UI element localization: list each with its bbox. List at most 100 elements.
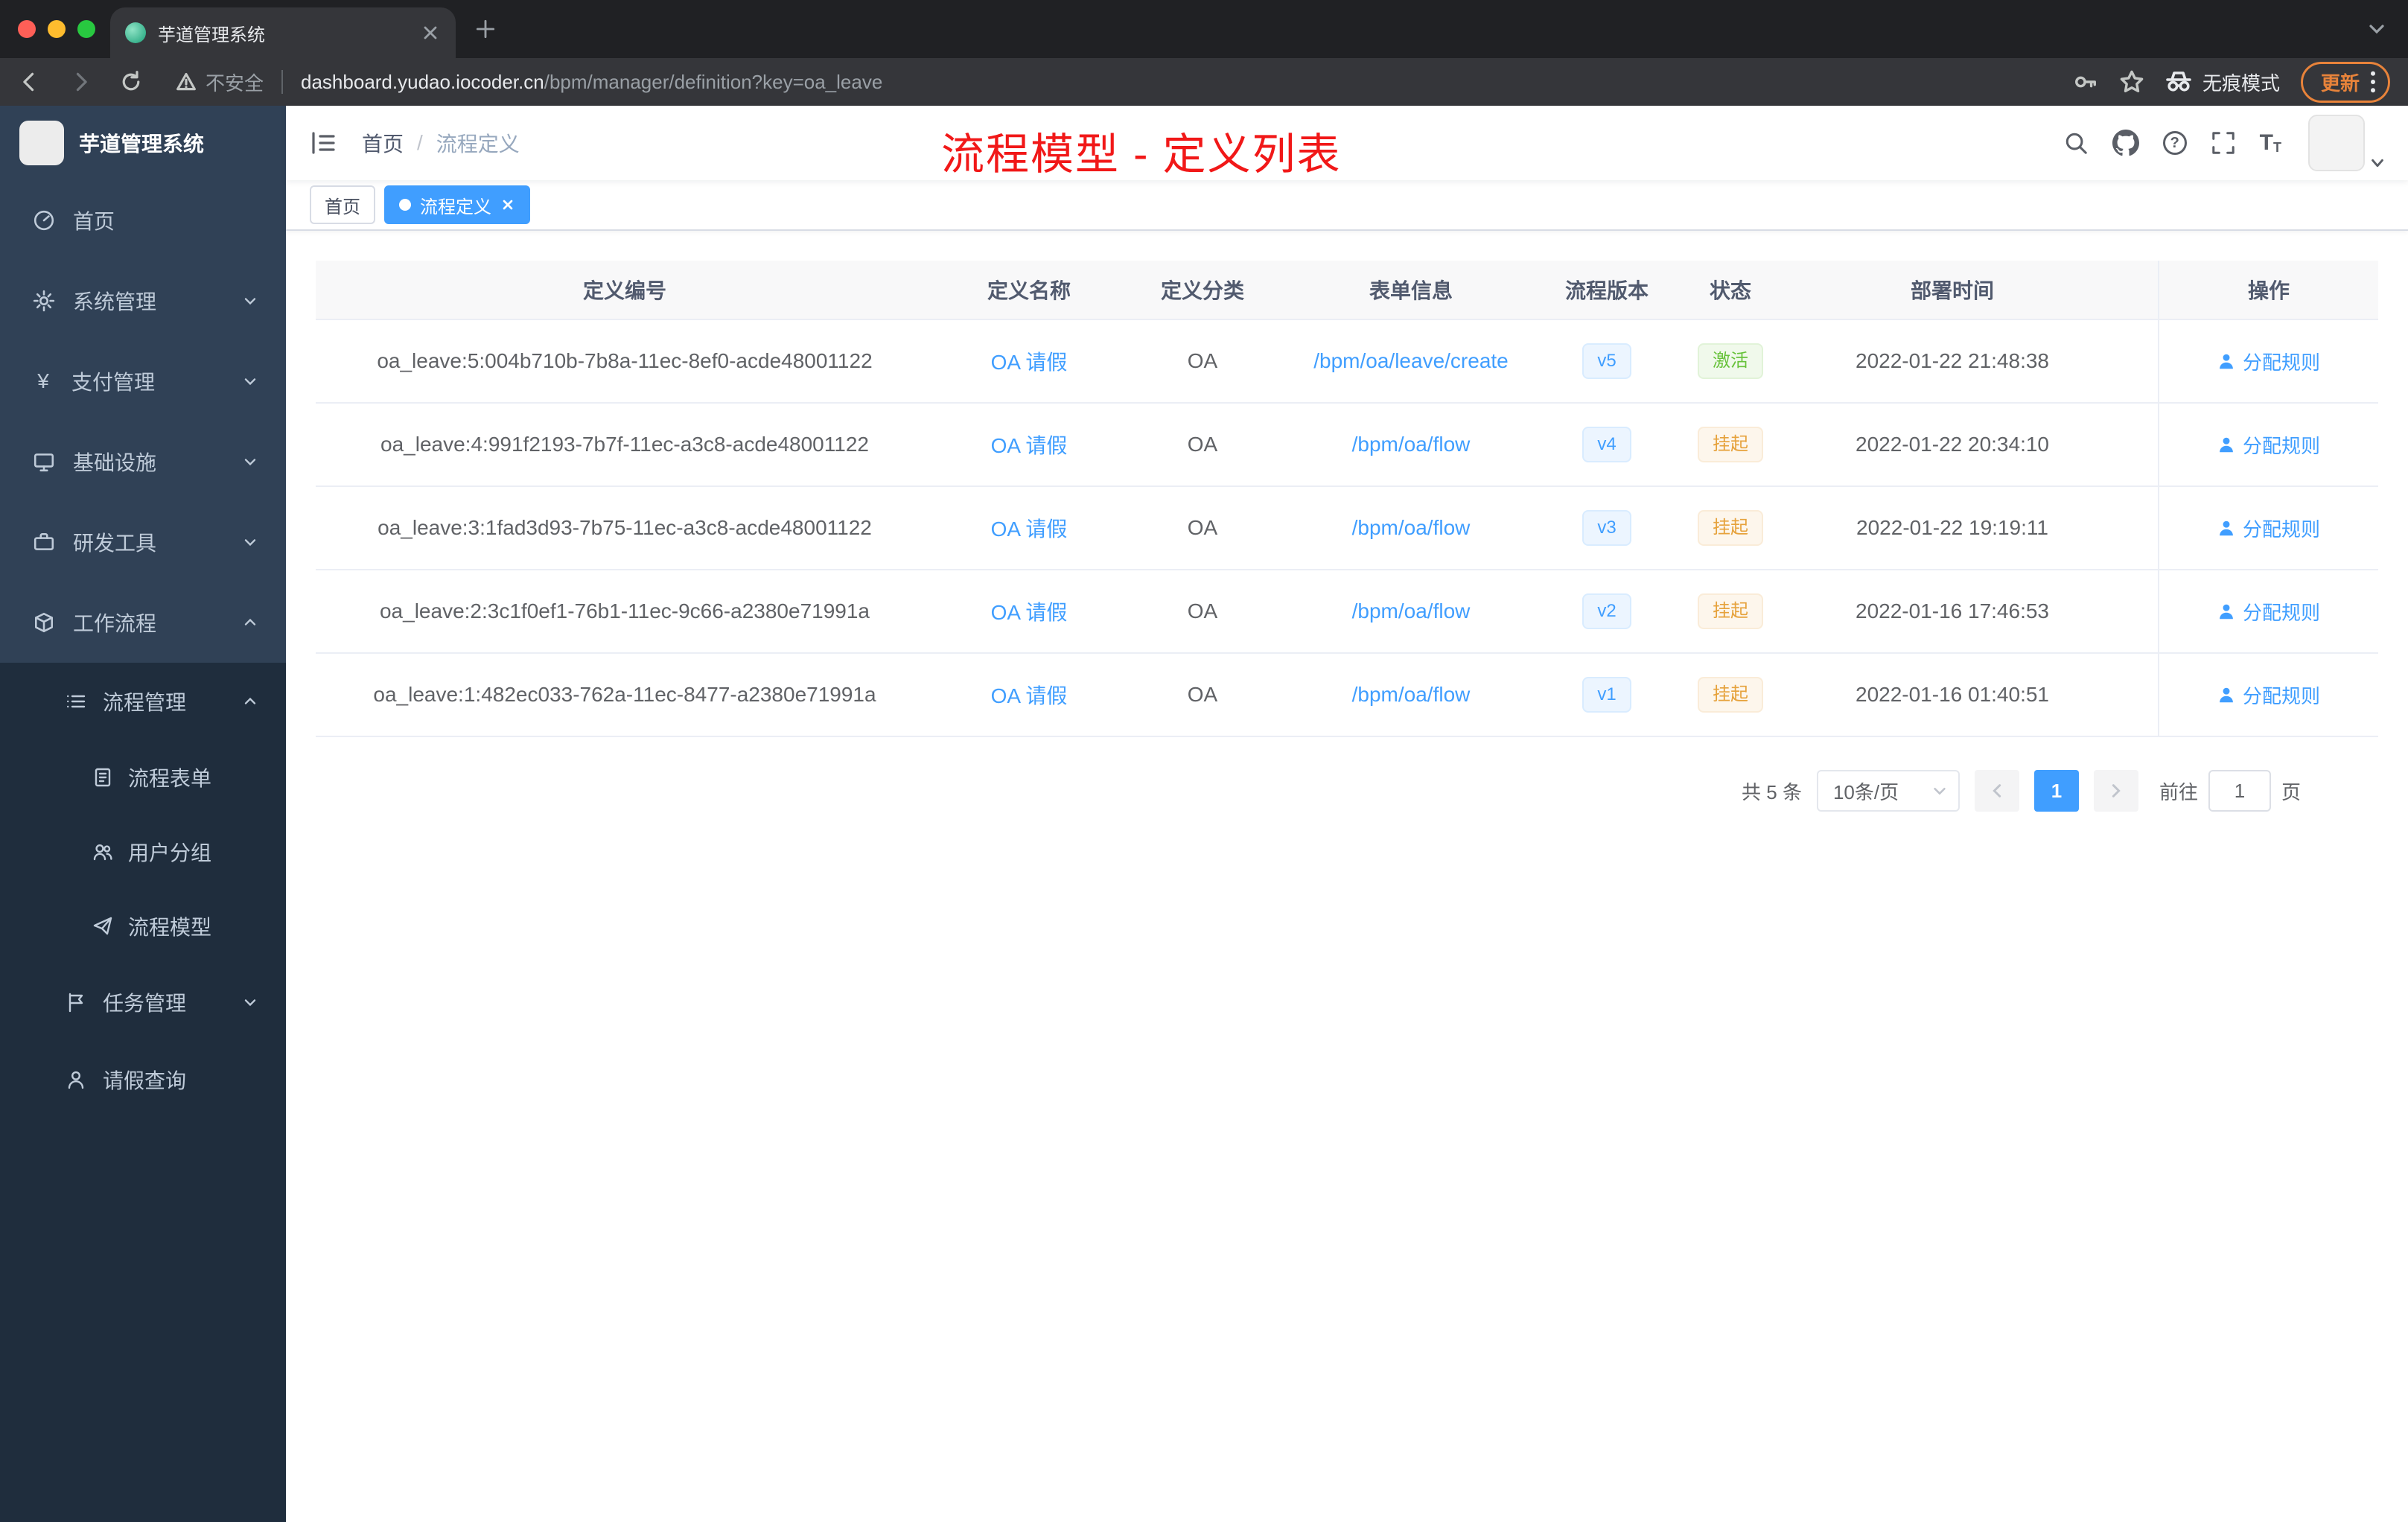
cell-definition-id: oa_leave:2:3c1f0ef1-76b1-11ec-9c66-a2380… [379, 599, 870, 623]
github-icon[interactable] [2112, 130, 2139, 156]
chevron-down-icon [244, 459, 256, 466]
sidebar-item-label: 流程管理 [103, 691, 187, 714]
sidebar-item-process-management[interactable]: 流程管理 [0, 663, 286, 740]
tag-label: 流程定义 [420, 197, 491, 217]
font-size-icon[interactable]: TT [2260, 132, 2281, 155]
tab-search-chevron-icon[interactable] [2366, 19, 2387, 39]
status-badge: 挂起 [1698, 510, 1763, 546]
table-row: oa_leave:5:004b710b-7b8a-11ec-8ef0-acde4… [316, 320, 2378, 404]
sidebar-item-process-form[interactable]: 流程表单 [0, 740, 286, 815]
cell-spacer [2116, 654, 2158, 736]
window-close-button[interactable] [18, 20, 36, 38]
next-page-button[interactable] [2093, 770, 2138, 812]
tag-process-definition[interactable]: 流程定义 [384, 185, 530, 224]
cell-definition-id: oa_leave:4:991f2193-7b7f-11ec-a3c8-acde4… [380, 433, 869, 456]
prev-page-button[interactable] [1974, 770, 2019, 812]
bookmark-star-icon[interactable] [2119, 69, 2144, 95]
incognito-icon [2166, 71, 2191, 92]
page-size-select[interactable]: 10条/页 [1816, 770, 1960, 812]
sidebar-item-process-model[interactable]: 流程模型 [0, 889, 286, 964]
page-size-value: 10条/页 [1832, 780, 1899, 803]
sidebar-item-workflow[interactable]: 工作流程 [0, 582, 286, 663]
cell-version: v5 [1541, 320, 1672, 402]
fullscreen-icon[interactable] [2211, 130, 2236, 156]
goto-page-input[interactable] [2208, 770, 2271, 812]
definition-name-link[interactable]: OA 请假 [991, 513, 1068, 543]
assign-rule-button[interactable]: 分配规则 [2217, 681, 2320, 709]
red-annotation-title: 流程模型 - 定义列表 [941, 130, 1342, 179]
cell-deploy-time: 2022-01-22 19:19:11 [1856, 516, 2048, 539]
caret-down-icon[interactable] [2369, 155, 2386, 171]
incognito-badge: 无痕模式 [2165, 69, 2280, 96]
definition-name-link[interactable]: OA 请假 [991, 596, 1068, 626]
sidebar-item-label: 首页 [73, 210, 115, 233]
definition-name-link[interactable]: OA 请假 [991, 430, 1068, 459]
back-button[interactable] [18, 70, 42, 94]
col-definition-category: 定义分类 [1160, 279, 1244, 302]
form-link[interactable]: /bpm/oa/flow [1352, 433, 1471, 456]
assign-rule-button[interactable]: 分配规则 [2217, 348, 2320, 375]
users-icon [93, 844, 112, 861]
form-link[interactable]: /bpm/oa/leave/create [1313, 349, 1509, 373]
cell-category: OA [1187, 599, 1218, 623]
reload-button[interactable] [119, 70, 143, 94]
user-icon [2220, 687, 2233, 703]
assign-rule-button[interactable]: 分配规则 [2217, 598, 2320, 625]
chevron-down-icon [244, 539, 256, 547]
tab-strip: 芋道管理系统 [0, 0, 2408, 58]
update-button[interactable]: 更新 [2300, 61, 2390, 103]
browser-tab[interactable]: 芋道管理系统 [110, 7, 456, 58]
form-link[interactable]: /bpm/oa/flow [1352, 683, 1471, 707]
window-zoom-button[interactable] [77, 20, 95, 38]
tab-title: 芋道管理系统 [158, 25, 265, 45]
sidebar-item-leave-query[interactable]: 请假查询 [0, 1041, 286, 1118]
avatar[interactable] [2308, 115, 2365, 171]
tag-close-icon[interactable] [500, 197, 515, 212]
version-badge: v5 [1582, 343, 1631, 379]
tag-home[interactable]: 首页 [310, 185, 375, 224]
menu-dots-icon[interactable] [2370, 71, 2376, 93]
goto-label: 前往 [2159, 780, 2198, 803]
password-key-icon[interactable] [2073, 69, 2098, 95]
form-link[interactable]: /bpm/oa/flow [1352, 516, 1471, 540]
sidebar-item-dev-tools[interactable]: 研发工具 [0, 502, 286, 582]
search-icon[interactable] [2063, 130, 2089, 156]
cell-definition-name: OA 请假 [934, 487, 1124, 569]
sidebar-item-user-group[interactable]: 用户分组 [0, 815, 286, 889]
cell-status: 挂起 [1672, 654, 1789, 736]
assign-rule-button[interactable]: 分配规则 [2217, 515, 2320, 542]
sidebar-item-payment[interactable]: ¥ 支付管理 [0, 341, 286, 421]
forward-button[interactable] [69, 70, 92, 94]
col-spacer [2116, 261, 2158, 319]
page-content: 定义编号 定义名称 定义分类 表单信息 流程版本 状态 部署时间 操作 oa_l… [286, 231, 2408, 1522]
definition-name-link[interactable]: OA 请假 [991, 346, 1068, 376]
form-link[interactable]: /bpm/oa/flow [1352, 599, 1471, 623]
logo[interactable]: 芋道管理系统 [0, 106, 286, 180]
col-process-version: 流程版本 [1564, 279, 1649, 302]
help-icon[interactable]: ? [2162, 131, 2187, 155]
tab-close-icon[interactable] [420, 22, 441, 43]
toolbar-right: 无痕模式 更新 [2073, 61, 2390, 103]
breadcrumb-home[interactable]: 首页 [362, 128, 404, 158]
sidebar-item-home[interactable]: 首页 [0, 180, 286, 261]
security-chip[interactable]: 不安全 [176, 69, 264, 96]
window-minimize-button[interactable] [48, 20, 66, 38]
cell-category: OA [1187, 516, 1218, 539]
dashboard-icon [34, 210, 54, 231]
sidebar-item-task-management[interactable]: 任务管理 [0, 964, 286, 1041]
address-bar[interactable]: dashboard.yudao.iocoder.cn/bpm/manager/d… [301, 71, 882, 94]
new-tab-button[interactable] [474, 17, 497, 41]
sidebar-item-infrastructure[interactable]: 基础设施 [0, 421, 286, 502]
cell-deploy-time: 2022-01-22 20:34:10 [1856, 433, 2049, 456]
version-badge: v2 [1582, 593, 1631, 629]
hamburger-icon[interactable] [308, 128, 338, 158]
sidebar-item-system[interactable]: 系统管理 [0, 261, 286, 341]
page-number-button[interactable]: 1 [2033, 770, 2079, 812]
definition-name-link[interactable]: OA 请假 [991, 680, 1068, 710]
main-area: 首页 / 流程定义 流程模型 - 定义列表 ? TT 首页 流程定义 定义编号 … [286, 106, 2408, 1522]
chevron-down-icon [244, 999, 256, 1007]
action-label: 分配规则 [2242, 684, 2320, 707]
assign-rule-button[interactable]: 分配规则 [2217, 431, 2320, 459]
sidebar-item-label: 系统管理 [73, 290, 157, 313]
col-deploy-time: 部署时间 [1910, 279, 1994, 302]
